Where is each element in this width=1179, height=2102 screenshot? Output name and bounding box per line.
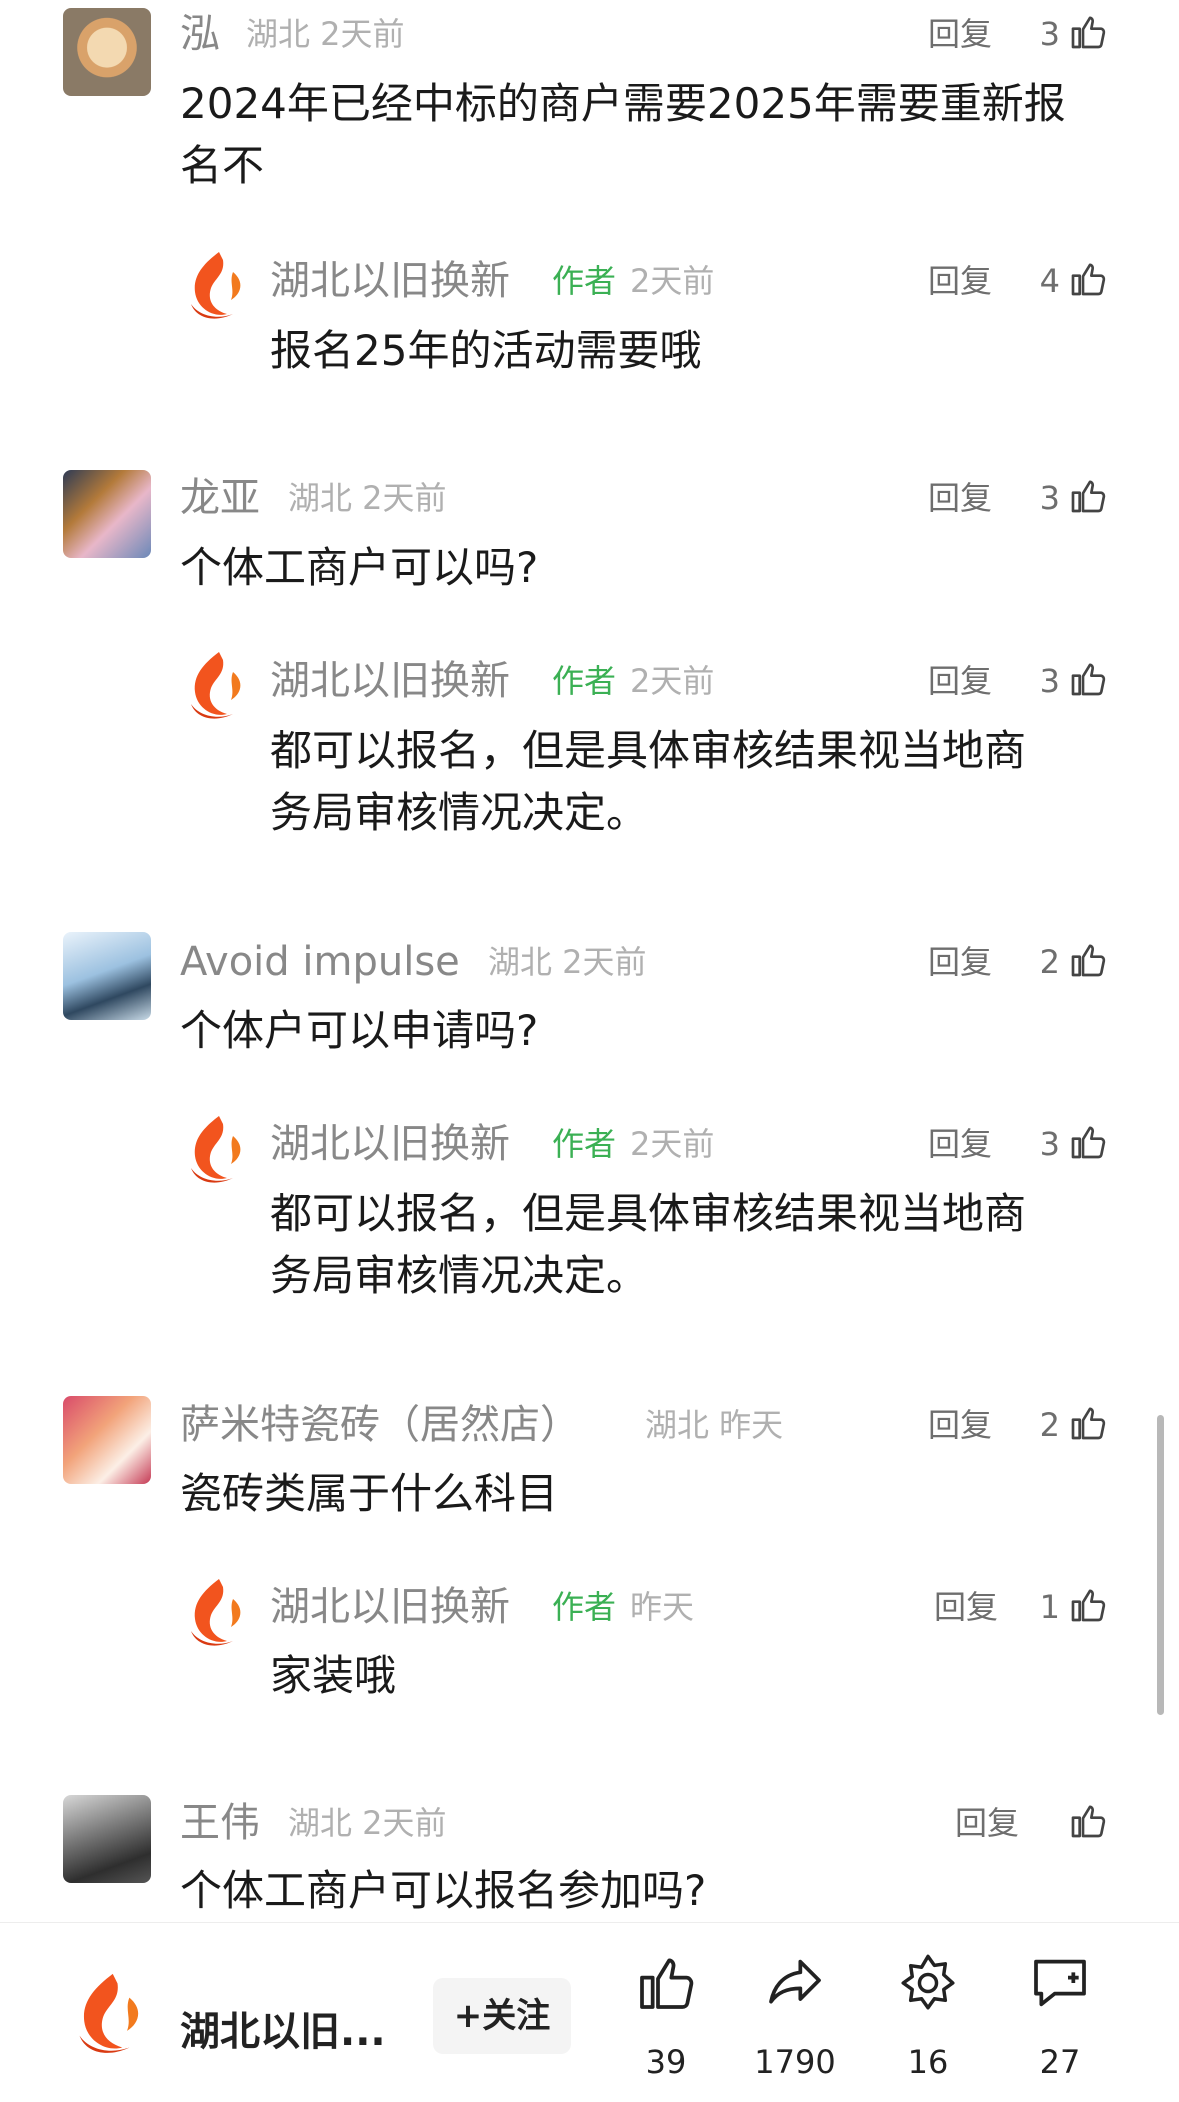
comment-text-line: 名不	[180, 141, 265, 190]
thumbs-up-icon[interactable]	[1068, 12, 1108, 52]
thumbs-up-icon[interactable]	[1068, 1585, 1108, 1625]
author-tag: 作者	[552, 262, 617, 300]
comment-text-line: 个体户可以申请吗?	[180, 1006, 539, 1055]
avatar[interactable]	[63, 8, 151, 96]
thumbs-up-icon[interactable]	[1068, 940, 1108, 980]
reply-button[interactable]: 回复	[928, 657, 992, 705]
commenter-name[interactable]: 萨米特瓷砖（居然店）	[180, 1401, 580, 1449]
reply-button[interactable]: 回复	[934, 1583, 998, 1631]
reply-text-line: 都可以报名，但是具体审核结果视当地商	[270, 1189, 1027, 1238]
reply-time: 昨天	[630, 1588, 695, 1626]
account-logo-icon[interactable]	[183, 1112, 247, 1186]
avatar[interactable]	[63, 470, 151, 558]
reply-button[interactable]: 回复	[955, 1799, 1019, 1847]
comment-text-line: 个体工商户可以吗?	[180, 543, 539, 592]
avatar[interactable]	[63, 932, 151, 1020]
reply-author-name[interactable]: 湖北以旧换新	[270, 1120, 510, 1168]
reply-meta: 作者 2天前	[552, 257, 714, 305]
comment-count: 27	[1039, 2043, 1081, 2081]
thumbs-up-icon[interactable]	[1068, 1403, 1108, 1443]
follow-button[interactable]: +关注	[433, 1978, 571, 2054]
like-count: 3	[1039, 479, 1060, 517]
like-count: 3	[1039, 15, 1060, 53]
like-count: 4	[1039, 262, 1060, 300]
like-count: 3	[1039, 662, 1060, 700]
reply-button[interactable]: 回复	[928, 938, 992, 986]
thumbs-up-icon[interactable]	[1068, 659, 1108, 699]
like-count: 2	[1039, 943, 1060, 981]
thumbs-up-icon[interactable]	[1068, 1801, 1108, 1841]
favorite-count: 16	[907, 2043, 949, 2081]
share-count: 1790	[754, 2043, 836, 2081]
reply-time: 2天前	[630, 662, 715, 700]
commenter-name[interactable]: 王伟	[180, 1799, 260, 1847]
comment-meta: 湖北 2天前	[246, 15, 405, 53]
account-logo-icon[interactable]	[70, 1968, 146, 2058]
comment-meta: 湖北 昨天	[645, 1406, 784, 1444]
comment-meta: 湖北 2天前	[488, 943, 647, 981]
author-tag: 作者	[552, 662, 617, 700]
comment-icon[interactable]	[1028, 1951, 1092, 2015]
share-icon[interactable]	[763, 1951, 827, 2015]
account-logo-icon[interactable]	[183, 1575, 247, 1649]
reply-author-name[interactable]: 湖北以旧换新	[270, 657, 510, 705]
reply-meta: 作者 2天前	[552, 657, 714, 705]
comment-meta: 湖北 2天前	[288, 479, 447, 517]
like-count: 39	[645, 2043, 687, 2081]
bottom-action-bar: 湖北以旧... +关注 39 1790 16 27	[0, 1922, 1179, 2102]
reply-button[interactable]: 回复	[928, 10, 992, 58]
reply-author-name[interactable]: 湖北以旧换新	[270, 257, 510, 305]
reply-meta: 作者 昨天	[552, 1583, 694, 1631]
reply-time: 2天前	[630, 1125, 715, 1163]
reply-meta: 作者 2天前	[552, 1120, 714, 1168]
comment-text-line: 瓷砖类属于什么科目	[180, 1469, 559, 1518]
scrollbar[interactable]	[1157, 1415, 1164, 1715]
account-logo-icon[interactable]	[183, 648, 247, 722]
author-tag: 作者	[552, 1588, 617, 1626]
author-tag: 作者	[552, 1125, 617, 1163]
reply-button[interactable]: 回复	[928, 257, 992, 305]
comment-text-line: 个体工商户可以报名参加吗?	[180, 1866, 707, 1915]
like-count: 2	[1039, 1406, 1060, 1444]
commenter-name[interactable]: 龙亚	[180, 474, 260, 522]
like-icon[interactable]	[634, 1951, 698, 2015]
reply-text-line: 务局审核情况决定。	[270, 1251, 649, 1300]
avatar[interactable]	[63, 1795, 151, 1883]
reply-text-line: 都可以报名，但是具体审核结果视当地商	[270, 726, 1027, 775]
favorite-star-icon[interactable]	[896, 1951, 960, 2015]
account-logo-icon[interactable]	[183, 248, 247, 322]
reply-time: 2天前	[630, 262, 715, 300]
comment-text-line: 2024年已经中标的商户需要2025年需要重新报	[180, 79, 1066, 128]
avatar[interactable]	[63, 1396, 151, 1484]
thumbs-up-icon[interactable]	[1068, 1122, 1108, 1162]
reply-button[interactable]: 回复	[928, 1401, 992, 1449]
reply-author-name[interactable]: 湖北以旧换新	[270, 1583, 510, 1631]
thumbs-up-icon[interactable]	[1068, 476, 1108, 516]
like-count: 1	[1039, 1588, 1060, 1626]
reply-button[interactable]: 回复	[928, 474, 992, 522]
reply-button[interactable]: 回复	[928, 1120, 992, 1168]
like-count: 3	[1039, 1125, 1060, 1163]
commenter-name[interactable]: 泓	[180, 10, 220, 58]
reply-text-line: 务局审核情况决定。	[270, 788, 649, 837]
reply-text-line: 家装哦	[270, 1651, 397, 1700]
reply-text-line: 报名25年的活动需要哦	[270, 326, 702, 375]
account-name[interactable]: 湖北以旧...	[180, 2007, 386, 2057]
thumbs-up-icon[interactable]	[1068, 259, 1108, 299]
comment-meta: 湖北 2天前	[288, 1804, 447, 1842]
commenter-name[interactable]: Avoid impulse	[180, 938, 460, 986]
